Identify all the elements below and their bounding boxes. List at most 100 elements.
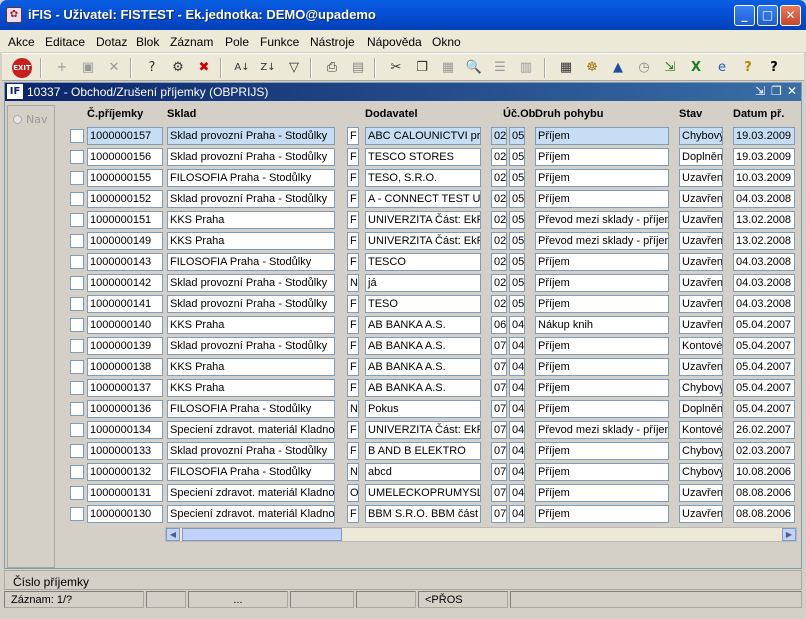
- cell-uc[interactable]: 02: [491, 148, 507, 166]
- menu-dotaz[interactable]: Dotaz: [96, 35, 127, 49]
- cell-sklad[interactable]: Sklad provozní Praha - Stodůlky: [167, 337, 335, 355]
- cell-sklad[interactable]: FILOSOFIA Praha - Stodůlky: [167, 253, 335, 271]
- table-row[interactable]: 1000000138 KKS Praha F AB BANKA A.S. 07 04 Pří…: [57, 356, 802, 377]
- row-select-checkbox[interactable]: [70, 276, 84, 290]
- scroll-left-icon[interactable]: ◀: [166, 528, 180, 541]
- menu-funkce[interactable]: Funkce: [260, 35, 299, 49]
- menu-okno[interactable]: Okno: [432, 35, 461, 49]
- cell-sklad[interactable]: KKS Praha: [167, 379, 335, 397]
- row-select-checkbox[interactable]: [70, 129, 84, 143]
- cell-sklad[interactable]: KKS Praha: [167, 358, 335, 376]
- exit-icon[interactable]: EXIT: [12, 58, 32, 78]
- menu-pole[interactable]: Pole: [225, 35, 249, 49]
- cell-dodavatel[interactable]: UNIVERZITA Část: EkF: [365, 421, 481, 439]
- export-icon[interactable]: ⇲: [660, 58, 680, 78]
- cell-uc[interactable]: 02: [491, 232, 507, 250]
- cell-datum[interactable]: 04.03.2008: [733, 295, 795, 313]
- cell-typ[interactable]: F: [347, 316, 359, 334]
- scroll-thumb[interactable]: [182, 528, 342, 541]
- col-header-ucob[interactable]: Úč.Ob: [503, 108, 535, 120]
- cell-dodavatel[interactable]: já: [365, 274, 481, 292]
- cell-cislo[interactable]: 1000000141: [87, 295, 163, 313]
- cell-sklad[interactable]: Sklad provozní Praha - Stodůlky: [167, 295, 335, 313]
- cell-uc[interactable]: 07: [491, 379, 507, 397]
- cell-druh[interactable]: Příjem: [535, 337, 669, 355]
- table-row[interactable]: 1000000133 Sklad provozní Praha - Stodůlk…: [57, 440, 802, 461]
- cell-ob[interactable]: 05: [509, 232, 525, 250]
- row-select-checkbox[interactable]: [70, 444, 84, 458]
- cell-typ[interactable]: F: [347, 211, 359, 229]
- cell-stav[interactable]: Chybový: [679, 442, 723, 460]
- cell-datum[interactable]: 04.03.2008: [733, 274, 795, 292]
- context-help-icon[interactable]: ?: [764, 58, 784, 78]
- cell-typ[interactable]: F: [347, 358, 359, 376]
- cell-typ[interactable]: F: [347, 442, 359, 460]
- cell-druh[interactable]: Příjem: [535, 400, 669, 418]
- cell-stav[interactable]: Uzavřen: [679, 295, 723, 313]
- table-row[interactable]: 1000000139 Sklad provozní Praha - Stodůlk…: [57, 335, 802, 356]
- cell-typ[interactable]: F: [347, 421, 359, 439]
- row-select-checkbox[interactable]: [70, 234, 84, 248]
- cell-dodavatel[interactable]: TESO: [365, 295, 481, 313]
- cell-datum[interactable]: 05.04.2007: [733, 337, 795, 355]
- cell-ob[interactable]: 04: [509, 379, 525, 397]
- row-select-checkbox[interactable]: [70, 360, 84, 374]
- table-row[interactable]: 1000000149 KKS Praha F UNIVERZITA Část: EkF…: [57, 230, 802, 251]
- cell-druh[interactable]: Příjem: [535, 127, 669, 145]
- cell-dodavatel[interactable]: abcd: [365, 463, 481, 481]
- cell-cislo[interactable]: 1000000156: [87, 148, 163, 166]
- cell-stav[interactable]: Kontové: [679, 337, 723, 355]
- cell-stav[interactable]: Uzavřen: [679, 274, 723, 292]
- cell-datum[interactable]: 13.02.2008: [733, 211, 795, 229]
- cell-uc[interactable]: 02: [491, 295, 507, 313]
- table-row[interactable]: 1000000151 KKS Praha F UNIVERZITA Část: EkF…: [57, 209, 802, 230]
- cell-stav[interactable]: Uzavřen: [679, 316, 723, 334]
- cell-ob[interactable]: 04: [509, 421, 525, 439]
- copy-icon[interactable]: ❐: [412, 58, 432, 78]
- col-header-stav[interactable]: Stav: [679, 108, 702, 120]
- cell-uc[interactable]: 07: [491, 358, 507, 376]
- table-row[interactable]: 1000000157 Sklad provozní Praha - Stodůlk…: [57, 125, 802, 146]
- cell-druh[interactable]: Příjem: [535, 295, 669, 313]
- menu-blok[interactable]: Blok: [136, 35, 159, 49]
- row-select-checkbox[interactable]: [70, 465, 84, 479]
- row-select-checkbox[interactable]: [70, 507, 84, 521]
- col-header-cislo[interactable]: Č.příjemky: [87, 108, 143, 120]
- cell-datum[interactable]: 19.03.2009: [733, 148, 795, 166]
- form-close-icon[interactable]: ✕: [787, 84, 797, 98]
- cell-cislo[interactable]: 1000000157: [87, 127, 163, 145]
- cell-ob[interactable]: 04: [509, 463, 525, 481]
- table-row[interactable]: 1000000137 KKS Praha F AB BANKA A.S. 07 04 Pří…: [57, 377, 802, 398]
- cell-typ[interactable]: F: [347, 253, 359, 271]
- cell-dodavatel[interactable]: TESCO STORES: [365, 148, 481, 166]
- cell-stav[interactable]: Uzavřen: [679, 505, 723, 523]
- save-icon[interactable]: ▣: [78, 58, 98, 78]
- table-row[interactable]: 1000000132 FILOSOFIA Praha - Stodůlky Nabc…: [57, 461, 802, 482]
- cell-ob[interactable]: 04: [509, 358, 525, 376]
- cell-datum[interactable]: 26.02.2007: [733, 421, 795, 439]
- cell-sklad[interactable]: Sklad provozní Praha - Stodůlky: [167, 127, 335, 145]
- cell-typ[interactable]: F: [347, 127, 359, 145]
- cell-cislo[interactable]: 1000000155: [87, 169, 163, 187]
- cell-typ[interactable]: F: [347, 295, 359, 313]
- cell-ob[interactable]: 05: [509, 169, 525, 187]
- settings-icon[interactable]: ☸: [582, 58, 602, 78]
- cell-dodavatel[interactable]: UNIVERZITA Část: EkF: [365, 232, 481, 250]
- row-select-checkbox[interactable]: [70, 192, 84, 206]
- cell-cislo[interactable]: 1000000130: [87, 505, 163, 523]
- table-row[interactable]: 1000000130 Speciení zdravot. materiál Kla…: [57, 503, 802, 524]
- cell-dodavatel[interactable]: ABC CALOUNICTVI pro: [365, 127, 481, 145]
- table-row[interactable]: 1000000140 KKS Praha F AB BANKA A.S. 06 04 Nák…: [57, 314, 802, 335]
- cell-datum[interactable]: 13.02.2008: [733, 232, 795, 250]
- cell-typ[interactable]: N: [347, 274, 359, 292]
- cell-stav[interactable]: Kontové: [679, 421, 723, 439]
- cell-uc[interactable]: 07: [491, 505, 507, 523]
- cell-uc[interactable]: 07: [491, 421, 507, 439]
- form-restore-icon[interactable]: ❐: [771, 84, 782, 98]
- cell-sklad[interactable]: KKS Praha: [167, 316, 335, 334]
- cell-typ[interactable]: F: [347, 190, 359, 208]
- execute-query-icon[interactable]: ⚙: [168, 58, 188, 78]
- cell-cislo[interactable]: 1000000143: [87, 253, 163, 271]
- cell-stav[interactable]: Uzavřen: [679, 484, 723, 502]
- table-row[interactable]: 1000000152 Sklad provozní Praha - Stodůlk…: [57, 188, 802, 209]
